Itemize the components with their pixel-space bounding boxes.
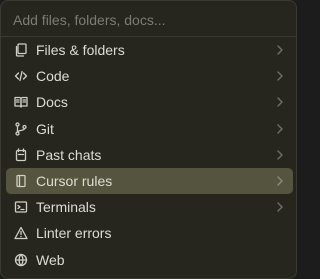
chevron-right-icon bbox=[275, 97, 285, 108]
chevron-right-icon bbox=[275, 71, 285, 81]
menu-item-label: Git bbox=[36, 120, 54, 137]
menu-item-cursor-rules[interactable]: Cursor rules bbox=[6, 167, 293, 195]
menu-item-files-folders[interactable]: Files & folders bbox=[6, 37, 293, 63]
menu-item-label: Docs bbox=[36, 94, 68, 111]
menu-item-label: Past chats bbox=[36, 146, 102, 163]
menu-item-past-chats[interactable]: Past chats bbox=[6, 142, 293, 168]
menu-item-label: Files & folders bbox=[36, 42, 125, 59]
chevron-right-icon bbox=[275, 202, 285, 212]
book-icon bbox=[13, 94, 29, 110]
search-input[interactable] bbox=[13, 9, 283, 31]
terminal-icon bbox=[13, 199, 29, 215]
menu-item-code[interactable]: Code bbox=[6, 63, 293, 89]
menu-item-linter-errors[interactable]: Linter errors bbox=[6, 220, 293, 246]
code-icon bbox=[13, 68, 29, 84]
menu-item-web[interactable]: Web bbox=[6, 247, 293, 273]
menu-list: Files & folders Code Docs Git Past chats… bbox=[1, 37, 296, 273]
menu-item-git[interactable]: Git bbox=[6, 116, 293, 142]
context-menu-popup: Files & folders Code Docs bbox=[0, 0, 297, 279]
git-branch-icon bbox=[13, 121, 29, 137]
menu-item-label: Code bbox=[36, 68, 70, 85]
chevron-right-icon bbox=[275, 45, 285, 55]
menu-item-terminals[interactable]: Terminals bbox=[6, 194, 293, 220]
search-row bbox=[1, 1, 296, 37]
menu-item-docs[interactable]: Docs bbox=[6, 89, 293, 115]
chevron-right-icon bbox=[275, 176, 285, 186]
rules-file-icon bbox=[13, 173, 29, 189]
menu-item-label: Cursor rules bbox=[36, 173, 113, 190]
warning-icon bbox=[13, 225, 29, 241]
files-icon bbox=[13, 42, 29, 58]
globe-icon bbox=[13, 252, 29, 268]
menu-item-label: Web bbox=[36, 251, 65, 268]
chevron-right-icon bbox=[275, 123, 285, 134]
chevron-right-icon bbox=[275, 150, 285, 160]
chat-history-icon bbox=[13, 147, 29, 163]
menu-item-label: Linter errors bbox=[36, 225, 112, 242]
menu-item-label: Terminals bbox=[36, 199, 96, 216]
